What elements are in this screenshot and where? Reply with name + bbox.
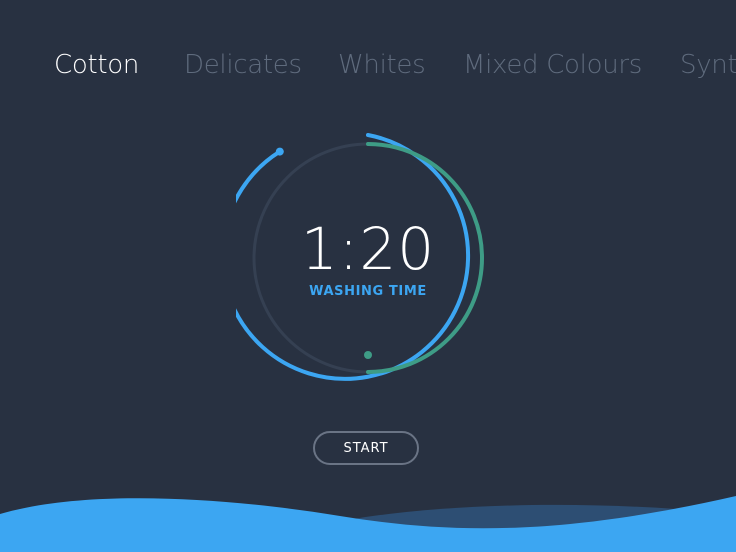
tab-synthetics[interactable]: Synth <box>680 48 736 82</box>
washing-time-dial[interactable]: 1:20 WASHING TIME <box>236 126 500 390</box>
front-wave <box>0 496 736 552</box>
tab-mixed-colours[interactable]: Mixed Colours <box>463 48 642 82</box>
washing-machine-screen: Cotton Delicates Whites Mixed Colours Sy… <box>0 0 736 552</box>
time-handle-dot[interactable] <box>275 147 284 156</box>
tab-whites[interactable]: Whites <box>338 48 426 82</box>
cycle-handle-dot <box>364 351 372 359</box>
water-wave-decoration <box>0 496 736 552</box>
tab-delicates[interactable]: Delicates <box>184 48 302 82</box>
program-tabs: Cotton Delicates Whites Mixed Colours Sy… <box>0 48 736 88</box>
tab-cotton[interactable]: Cotton <box>54 48 139 82</box>
washing-time-value: 1:20 <box>300 215 436 283</box>
start-button[interactable]: START <box>313 431 419 465</box>
washing-time-label: WASHING TIME <box>309 284 427 299</box>
